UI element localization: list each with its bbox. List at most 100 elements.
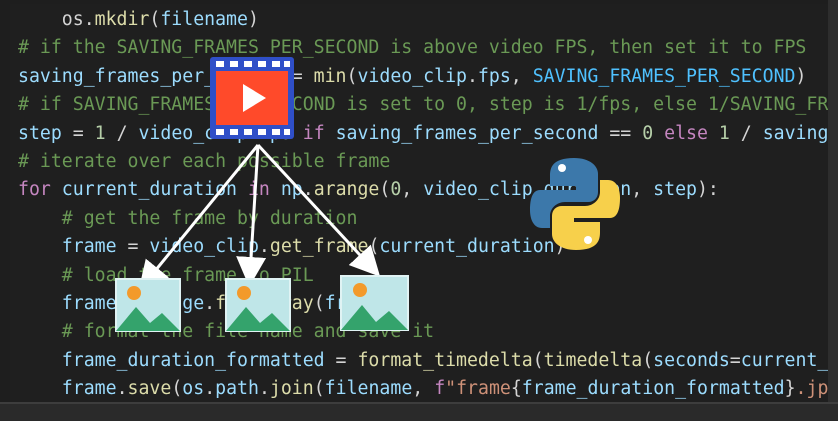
code-token: ( — [642, 349, 654, 371]
player-bottom-bar — [0, 402, 838, 421]
code-token: "frame — [445, 378, 511, 400]
code-token: . — [532, 179, 544, 201]
code-token: path — [215, 378, 259, 400]
code-token: , — [401, 179, 424, 201]
code-token: . — [116, 378, 128, 400]
code-token: ( — [368, 236, 380, 258]
code-line: for current_duration in np.arange(0, vid… — [18, 176, 719, 204]
code-token: 0 — [390, 179, 402, 201]
code-line: # if the SAVING_FRAMES_PER_SECOND is abo… — [18, 34, 806, 62]
code-token: = — [280, 65, 314, 87]
code-token: # if the SAVING_FRAMES_PER_SECOND is abo… — [18, 37, 807, 59]
code-token: , — [412, 378, 435, 400]
code-token: = — [324, 349, 358, 371]
code-line: step = 1 / video_clip.fps if saving_fram… — [18, 120, 828, 148]
code-token: np — [269, 179, 303, 201]
code-token: } — [784, 378, 796, 400]
code-token: . — [258, 236, 270, 258]
code-token: filename — [324, 378, 413, 400]
code-token: min — [313, 65, 347, 87]
code-token: 0 — [642, 122, 654, 144]
code-token: video_clip — [138, 122, 248, 144]
code-token: frame — [324, 293, 380, 314]
code-line: os.mkdir(filename) — [18, 6, 259, 34]
code-line: frame = Image.fromarray(frame) — [18, 290, 391, 318]
code-token: . — [466, 65, 478, 87]
code-token: ) — [795, 65, 807, 87]
code-token: arange — [313, 179, 380, 201]
code-token: 1 — [718, 122, 730, 144]
code-token: ( — [532, 349, 544, 371]
code-token: f — [434, 378, 446, 400]
code-token: / — [105, 122, 139, 144]
code-token: . — [204, 378, 216, 400]
code-token: os — [18, 9, 84, 30]
code-token: saving_frames_per_second — [324, 122, 599, 144]
code-token: / — [729, 122, 763, 144]
code-token: saving_frames_per_second — [18, 65, 281, 87]
code-token: step — [653, 179, 697, 201]
code-token: video_clip — [149, 236, 259, 258]
editor-right-border — [828, 0, 838, 402]
code-token: video_clip — [423, 179, 533, 201]
code-line: # get the frame by duration — [18, 205, 358, 233]
code-token: frame_duration_formatted — [18, 349, 325, 371]
code-token: = — [729, 349, 741, 371]
code-token: ): — [696, 179, 719, 201]
code-line: # load the frame to PIL — [18, 262, 314, 290]
code-token: = — [116, 293, 150, 314]
code-token: os — [182, 378, 205, 400]
code-token: ) — [554, 236, 566, 258]
code-token: . — [204, 293, 216, 314]
code-token: , — [510, 65, 533, 87]
code-token: ( — [346, 65, 358, 87]
code-token: timedelta — [543, 349, 643, 371]
code-token: . — [247, 122, 259, 144]
code-line: frame_duration_formatted = format_timede… — [18, 347, 828, 375]
code-token: == — [598, 122, 643, 144]
code-token: in — [247, 179, 270, 201]
code-token: mkdir — [94, 9, 150, 30]
code-token: else — [664, 122, 708, 144]
code-token: Image — [149, 293, 205, 314]
code-line: frame = video_clip.get_frame(current_dur… — [18, 233, 566, 261]
code-token: seconds — [653, 349, 730, 371]
code-token: frame_duration_formatted — [521, 378, 785, 400]
code-token: video_clip — [357, 65, 467, 87]
code-token: filename — [160, 9, 248, 30]
code-token: # if SAVING_FRAMES_PER_SECOND is set to … — [18, 94, 828, 116]
code-token: save — [127, 378, 172, 400]
code-token: duration — [543, 179, 632, 201]
code-token: ( — [379, 179, 391, 201]
code-token: . — [83, 9, 95, 30]
video-frame: os.mkdir(filename) # if the SAVING_FRAMES… — [0, 0, 838, 421]
code-line: saving_frames_per_second = min(video_cli… — [18, 63, 806, 91]
code-token: SAVING_FRAMES_PER_SECOND — [532, 65, 796, 87]
code-line: # if SAVING_FRAMES_PER_SECOND is set to … — [18, 91, 828, 119]
code-token: saving_frames_per_second — [762, 122, 828, 144]
code-token: fps — [258, 122, 292, 144]
code-token: # load the frame to PIL — [18, 264, 314, 286]
code-token: 1 — [94, 122, 106, 144]
code-token: frame — [18, 236, 117, 258]
code-token: current_duration — [740, 349, 828, 371]
code-token: { — [510, 378, 522, 400]
code-token: fps — [477, 65, 511, 87]
code-token: # iterate over each possible frame — [18, 151, 391, 172]
code-token: = — [116, 236, 150, 258]
code-token: . — [302, 179, 314, 201]
code-token: frame — [18, 378, 117, 400]
code-line: # iterate over each possible frame — [18, 148, 390, 176]
code-token: ) — [247, 9, 259, 30]
code-token: current_duration — [379, 236, 555, 258]
code-token: # get the frame by duration — [18, 207, 358, 229]
code-line: frame.save(os.path.join(filename, f"fram… — [18, 375, 828, 402]
code-token: current_duration — [50, 179, 248, 201]
code-token: if — [302, 122, 325, 144]
code-token: get_frame — [269, 236, 369, 258]
code-token: ( — [171, 378, 183, 400]
code-token: # format the file name and save it — [18, 321, 435, 343]
